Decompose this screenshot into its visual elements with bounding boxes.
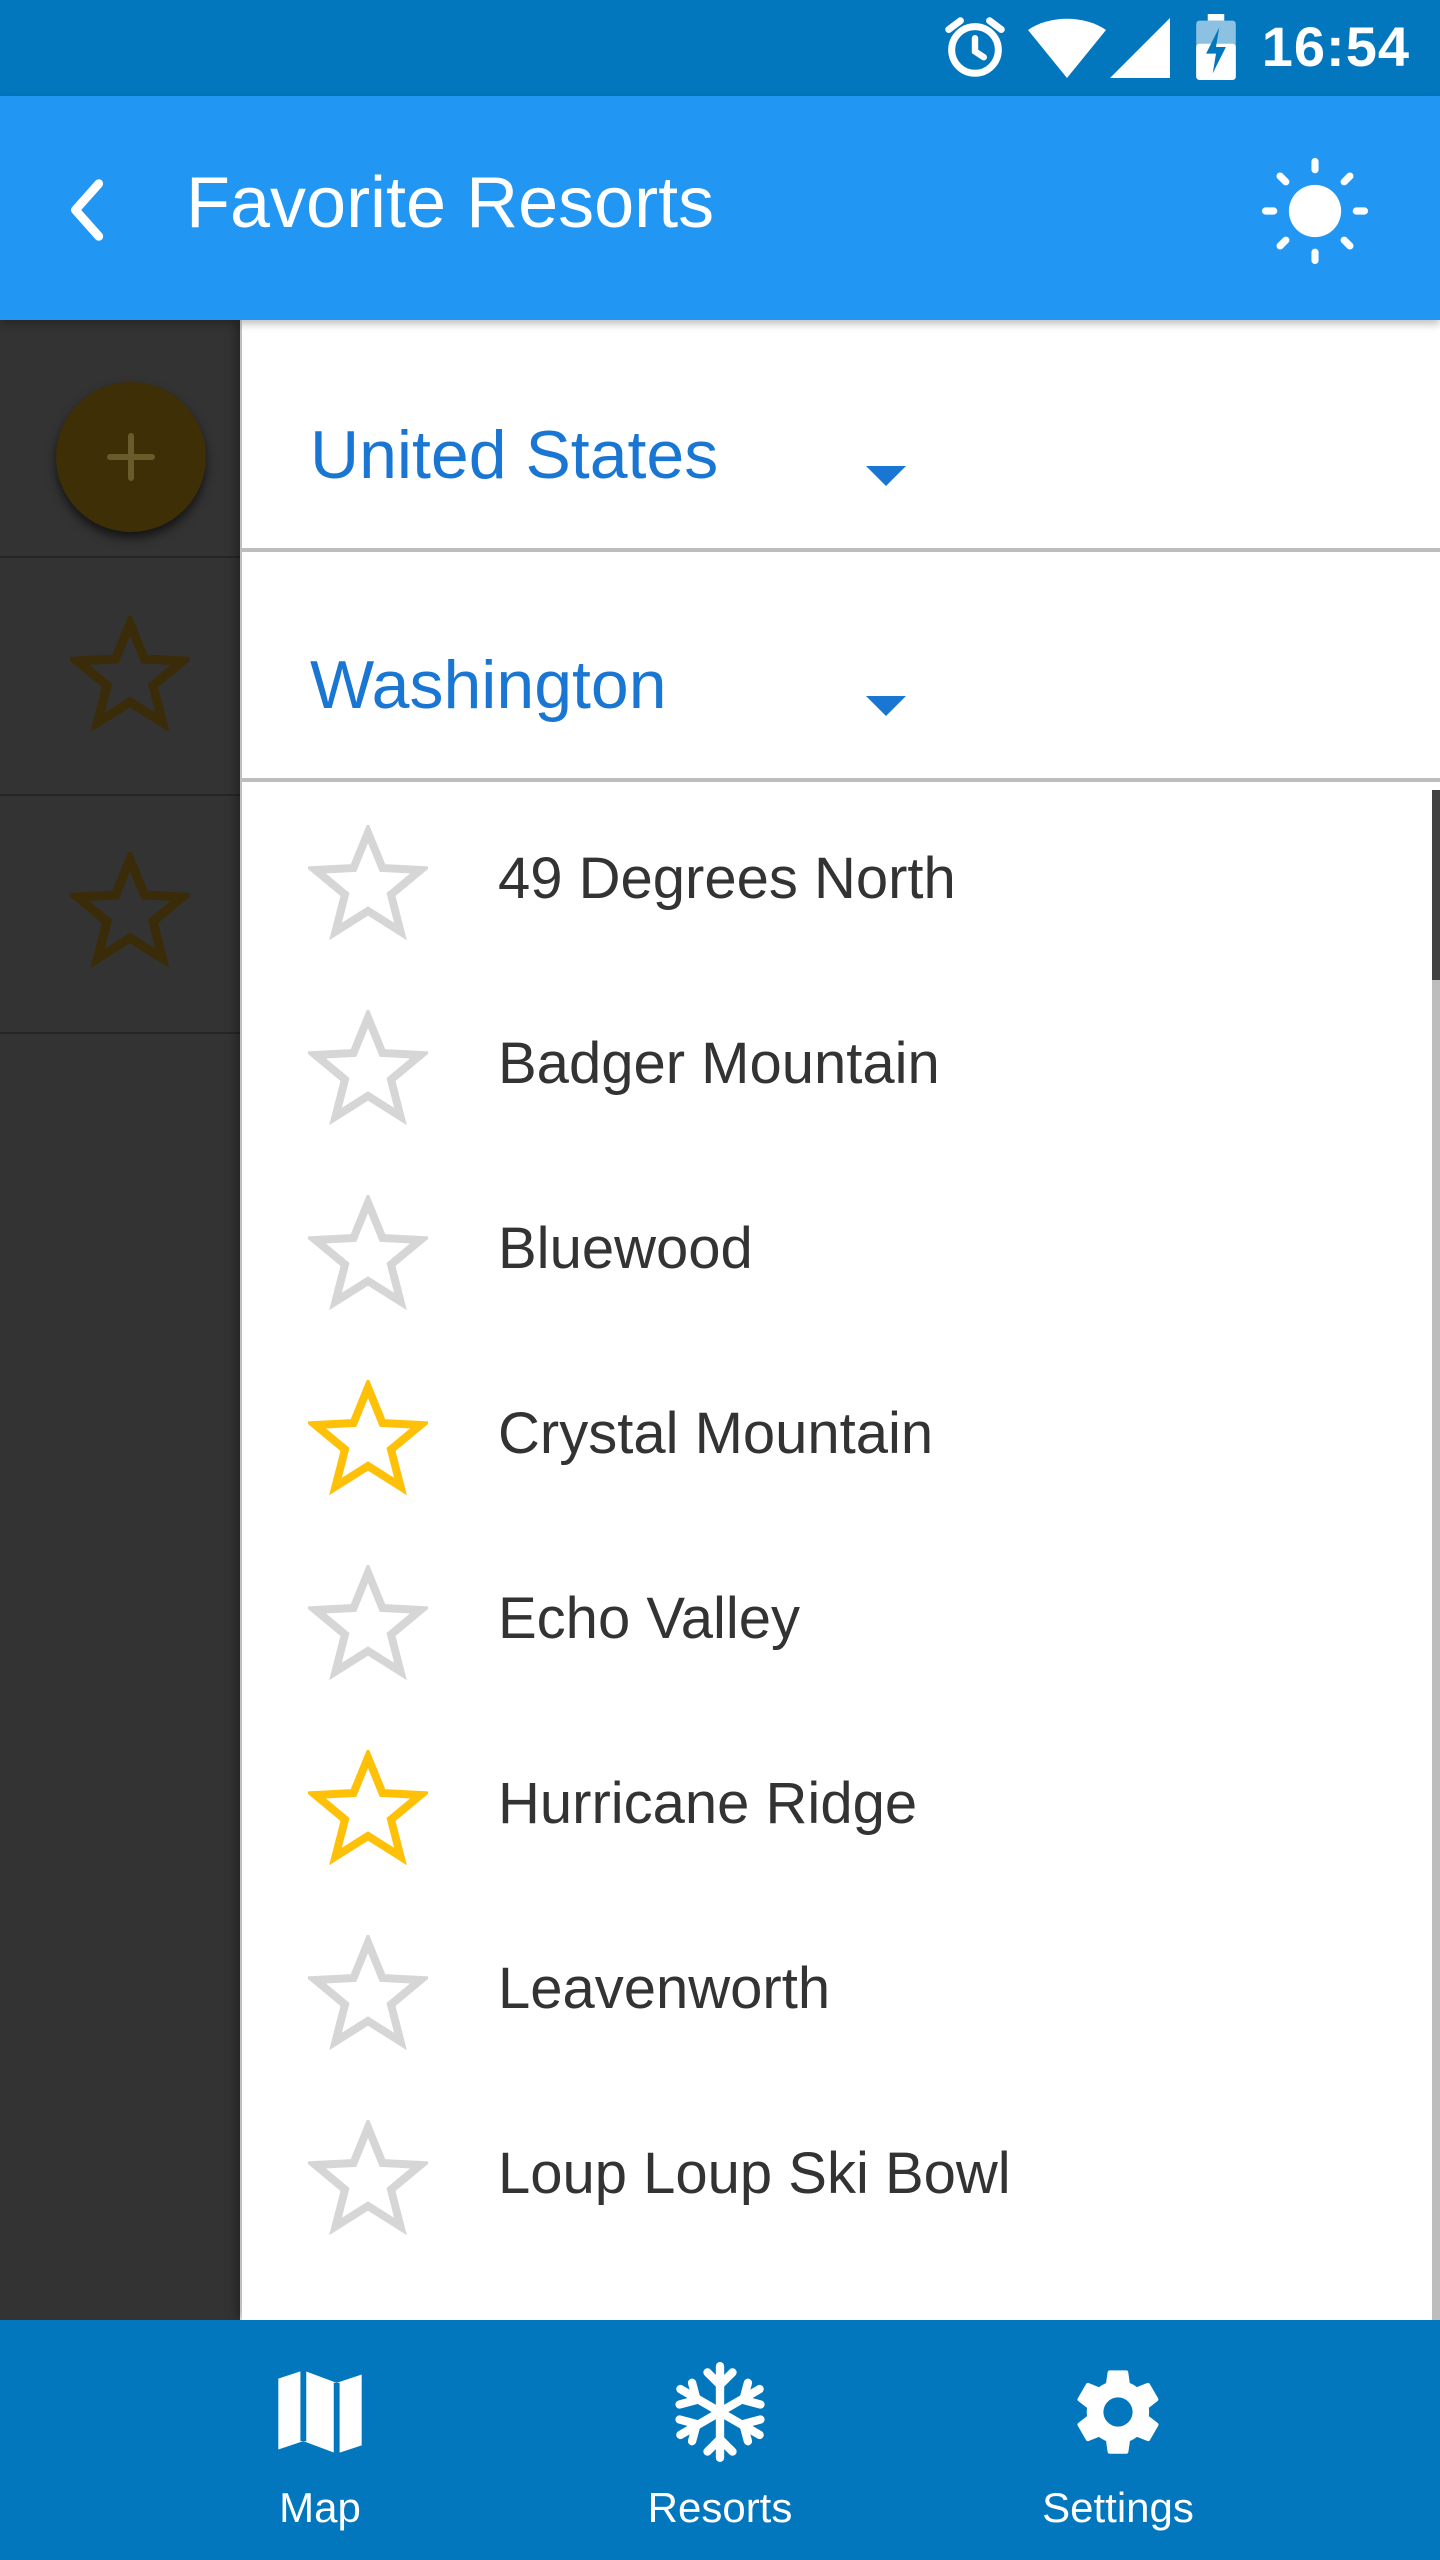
- state-dropdown[interactable]: Washington: [242, 550, 1440, 782]
- sun-icon[interactable]: [1260, 156, 1370, 266]
- country-value: United States: [310, 417, 719, 493]
- scrollbar-track[interactable]: [1432, 790, 1440, 2320]
- state-value: Washington: [310, 647, 667, 723]
- list-item[interactable]: Bluewood: [242, 1155, 1432, 1340]
- resort-name: Loup Loup Ski Bowl: [498, 2141, 1011, 2206]
- status-time: 16:54: [1261, 15, 1410, 78]
- gear-icon: [1077, 2370, 1159, 2454]
- resort-name: Echo Valley: [498, 1586, 800, 1651]
- side-item-favorite-1[interactable]: [0, 558, 240, 796]
- list-item[interactable]: Hurricane Ridge: [242, 1710, 1432, 1895]
- star-icon[interactable]: [308, 1380, 428, 1495]
- list-item[interactable]: Badger Mountain: [242, 970, 1432, 1155]
- nav-map-label: Map: [279, 2484, 361, 2531]
- resort-name: Crystal Mountain: [498, 1401, 934, 1466]
- nav-settings-label: Settings: [1042, 2484, 1194, 2531]
- alarm-icon: [945, 17, 1005, 77]
- snowflake-icon: [675, 2362, 765, 2462]
- resort-name: Badger Mountain: [498, 1031, 940, 1096]
- star-icon[interactable]: [308, 1750, 428, 1865]
- nav-map[interactable]: Map: [200, 2320, 440, 2560]
- country-dropdown[interactable]: United States: [242, 320, 1440, 552]
- bottom-navigation: Map Resorts Settings: [0, 2320, 1440, 2560]
- resort-name: Leavenworth: [498, 1956, 831, 2021]
- status-bar: 16:54: [0, 0, 1440, 96]
- resort-name: 49 Degrees North: [498, 846, 956, 911]
- scrollbar-thumb[interactable]: [1432, 790, 1440, 980]
- app-bar: Favorite Resorts: [0, 96, 1440, 320]
- resort-name: Bluewood: [498, 1216, 753, 1281]
- nav-resorts[interactable]: Resorts: [600, 2320, 840, 2560]
- star-icon[interactable]: [308, 1195, 428, 1310]
- list-item[interactable]: Crystal Mountain: [242, 1340, 1432, 1525]
- nav-settings[interactable]: Settings: [998, 2320, 1238, 2560]
- page-title: Favorite Resorts: [186, 163, 715, 243]
- list-item[interactable]: 49 Degrees North: [242, 785, 1432, 970]
- star-icon[interactable]: [308, 825, 428, 940]
- list-item[interactable]: Echo Valley: [242, 1525, 1432, 1710]
- list-item[interactable]: Loup Loup Ski Bowl: [242, 2080, 1432, 2265]
- resort-picker: United States Washington 49 Degrees Nort…: [242, 320, 1440, 2320]
- side-item-favorite-2[interactable]: [0, 796, 240, 1034]
- nav-resorts-label: Resorts: [647, 2484, 793, 2531]
- add-button[interactable]: [56, 382, 206, 532]
- star-icon[interactable]: [308, 1010, 428, 1125]
- chevron-down-icon: [866, 466, 906, 486]
- wifi-icon: [1028, 18, 1106, 78]
- cellular-signal-icon: [1110, 18, 1170, 78]
- star-icon[interactable]: [308, 1565, 428, 1680]
- list-item[interactable]: Leavenworth: [242, 1895, 1432, 2080]
- star-icon: [70, 852, 190, 967]
- resort-name: Hurricane Ridge: [498, 1771, 918, 1836]
- side-panel: [0, 320, 240, 2320]
- plus-icon: [107, 433, 155, 481]
- battery-charging-icon: [1196, 14, 1236, 80]
- star-icon[interactable]: [308, 2120, 428, 2235]
- star-icon[interactable]: [308, 1935, 428, 2050]
- chevron-down-icon: [866, 696, 906, 716]
- map-icon: [278, 2370, 362, 2454]
- star-icon: [70, 616, 190, 731]
- back-button[interactable]: [60, 172, 120, 248]
- side-item-add: [0, 320, 240, 558]
